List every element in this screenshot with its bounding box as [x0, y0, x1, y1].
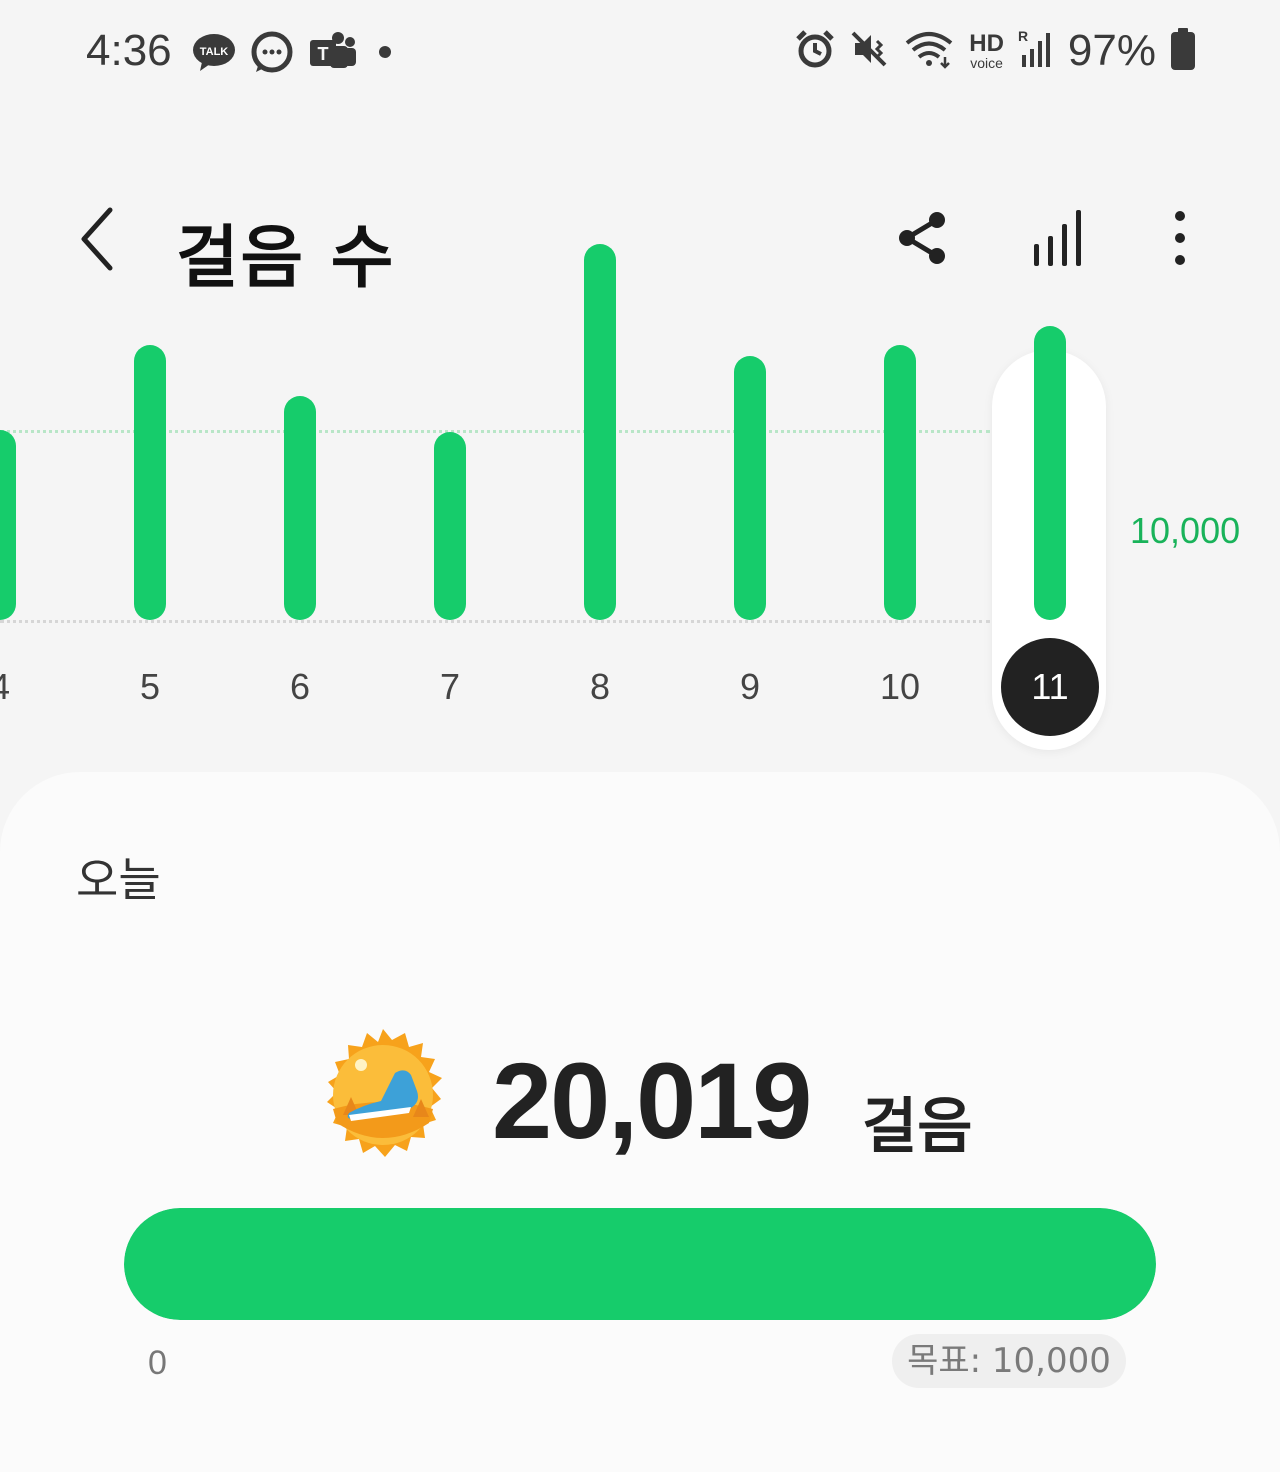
goal-line-label: 10,000: [1130, 510, 1241, 551]
svg-text:R: R: [1018, 29, 1028, 44]
baseline: [0, 620, 990, 623]
bar-day-5[interactable]: [134, 344, 166, 620]
day-label-9[interactable]: 9: [710, 666, 790, 708]
running-shoe-medal-icon: [316, 1028, 450, 1162]
bar-day-9[interactable]: [734, 355, 766, 620]
day-label-7[interactable]: 7: [410, 666, 490, 708]
page-title: 걸음 수: [176, 219, 396, 298]
bar-day-7[interactable]: [434, 431, 466, 620]
trend-button[interactable]: [1028, 206, 1092, 270]
svg-text:T: T: [318, 44, 329, 64]
status-notification-icons: TALK T: [192, 30, 400, 78]
bar-day-4[interactable]: [0, 430, 16, 620]
status-bar: 4:36 TALK T HD voice R 97%: [0, 0, 1280, 110]
day-label-4[interactable]: 4: [0, 666, 40, 708]
share-icon: [899, 212, 945, 264]
progress-min-label: 0: [148, 1344, 167, 1382]
day-label-11[interactable]: 11: [1001, 638, 1099, 736]
back-icon: [81, 207, 113, 271]
goal-badge[interactable]: 목표: 10,000: [892, 1334, 1126, 1388]
voice-label: voice: [970, 55, 1003, 71]
hd-label: HD: [969, 30, 1004, 57]
wifi-icon: [903, 29, 955, 73]
bar-day-11[interactable]: [1034, 325, 1066, 620]
battery-icon: [1170, 27, 1196, 75]
share-button[interactable]: [893, 208, 953, 268]
battery-percent: 97%: [1067, 26, 1156, 75]
steps-progress-bar: [124, 1208, 1156, 1320]
steps-progress-fill: [124, 1208, 1156, 1320]
back-button[interactable]: [72, 204, 132, 274]
day-label-10[interactable]: 10: [860, 666, 940, 708]
teams-icon: T: [308, 30, 356, 78]
status-time: 4:36: [86, 26, 172, 75]
today-summary-card: 오늘 20,019 걸음 0 목표: 10,000: [0, 772, 1280, 1472]
notification-dot-icon: [370, 42, 400, 66]
day-label: 오늘: [76, 853, 161, 907]
step-unit: 걸음: [862, 1092, 973, 1162]
kakaotalk-icon: TALK: [192, 32, 236, 76]
vibrate-mute-icon: [849, 29, 889, 73]
alarm-icon: [795, 29, 835, 73]
app-bar: 걸음 수: [0, 180, 1280, 300]
day-label-5[interactable]: 5: [110, 666, 190, 708]
more-icon: [1175, 211, 1185, 265]
signal-icon: R: [1018, 28, 1054, 73]
bar-day-6[interactable]: [284, 395, 316, 620]
messages-icon: [250, 30, 294, 78]
status-system-icons: HD voice R 97%: [795, 26, 1196, 76]
day-label-6[interactable]: 6: [260, 666, 340, 708]
bar-day-10[interactable]: [884, 344, 916, 620]
more-options-button[interactable]: [1160, 208, 1200, 268]
step-count: 20,019: [492, 1040, 812, 1161]
steps-chart: 10,000 4 5 6 7 8 9 10 11: [0, 243, 1280, 760]
svg-text:TALK: TALK: [200, 46, 229, 58]
bar-day-8[interactable]: [584, 243, 616, 620]
hd-voice-icon: HD voice: [969, 30, 1004, 71]
trend-icon: [1034, 210, 1081, 266]
day-label-8[interactable]: 8: [560, 666, 640, 708]
